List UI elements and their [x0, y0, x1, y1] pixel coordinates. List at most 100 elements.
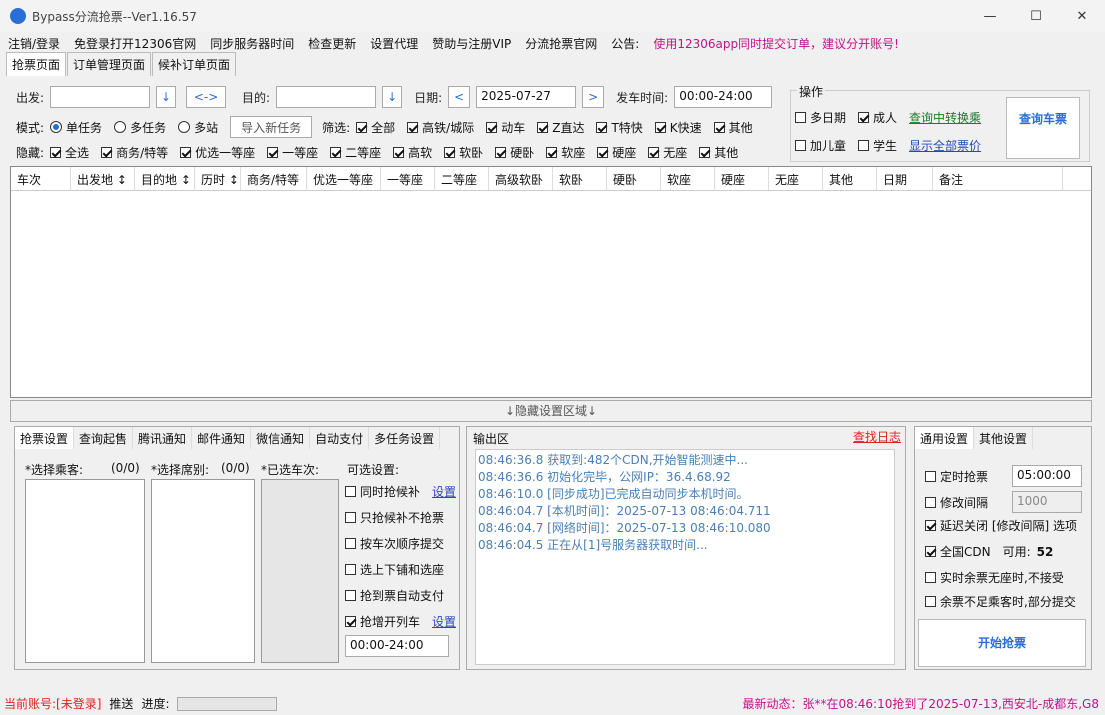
column-header[interactable]: 车次	[11, 167, 71, 190]
student-check[interactable]: 学生	[858, 137, 897, 154]
tab-general[interactable]: 通用设置	[915, 427, 975, 449]
checkbox-icon[interactable]	[393, 147, 405, 158]
mode-multi[interactable]: 多任务	[114, 119, 166, 136]
dep-time-select[interactable]: 00:00-24:00	[674, 86, 773, 108]
adult-check[interactable]: 成人	[858, 109, 897, 126]
column-header[interactable]: 其他	[823, 167, 877, 190]
checkbox-icon[interactable]	[486, 121, 498, 133]
column-header[interactable]: 无座	[769, 167, 823, 190]
checkbox-icon[interactable]	[795, 112, 806, 123]
checkbox-icon[interactable]	[330, 147, 342, 158]
checkbox-icon[interactable]	[925, 470, 936, 482]
passenger-list[interactable]	[25, 479, 145, 663]
checkbox-icon[interactable]	[546, 147, 558, 158]
multi-date-check[interactable]: 多日期	[795, 109, 846, 126]
from-input[interactable]	[50, 86, 151, 108]
extra-setting-link[interactable]: 设置	[432, 613, 456, 630]
push-toggle[interactable]: 推送	[109, 695, 133, 712]
nostanding-check[interactable]: 实时余票无座时,不接受	[925, 569, 1064, 586]
checkbox-icon[interactable]	[858, 112, 870, 123]
transfer-link[interactable]: 查询中转换乘	[909, 109, 981, 126]
menu-proxy[interactable]: 设置代理	[370, 35, 418, 52]
tab-wechat[interactable]: 微信通知	[251, 427, 311, 449]
checkbox-icon[interactable]	[925, 572, 936, 583]
hide-all[interactable]: 全选	[50, 144, 89, 161]
checkbox-icon[interactable]	[101, 147, 113, 158]
column-header[interactable]: 一等座	[381, 167, 435, 190]
checkbox-icon[interactable]	[596, 121, 608, 133]
cdn-check[interactable]: 全国CDN	[925, 543, 991, 560]
train-list[interactable]	[261, 479, 339, 663]
filter-all[interactable]: 全部	[356, 119, 395, 136]
timed-check[interactable]: 定时抢票	[925, 468, 988, 485]
checkbox-icon[interactable]	[345, 512, 356, 523]
checkbox-icon[interactable]	[495, 147, 507, 158]
checkbox-icon[interactable]	[699, 147, 711, 158]
radio-icon[interactable]	[178, 121, 191, 133]
checkbox-icon[interactable]	[858, 140, 870, 151]
checkbox-icon[interactable]	[444, 147, 456, 158]
checkbox-icon[interactable]	[345, 538, 356, 549]
partial-check[interactable]: 余票不足乘客时,部分提交	[925, 593, 1076, 610]
checkbox-icon[interactable]	[345, 616, 356, 627]
hide-second[interactable]: 二等座	[330, 144, 381, 161]
checkbox-icon[interactable]	[925, 546, 936, 557]
checkbox-icon[interactable]	[654, 121, 666, 133]
checkbox-icon[interactable]	[180, 147, 192, 158]
to-dropdown-button[interactable]: ↓	[382, 86, 403, 108]
column-header[interactable]: 出发地 ↕	[71, 167, 135, 190]
query-button[interactable]: 查询车票	[1006, 97, 1080, 159]
hide-gaoruan[interactable]: 高软	[393, 144, 432, 161]
find-log-link[interactable]: 查找日志	[853, 428, 901, 445]
checkbox-icon[interactable]	[345, 590, 356, 601]
tab-ticket-settings[interactable]: 抢票设置	[15, 427, 75, 449]
checkbox-icon[interactable]	[713, 121, 725, 133]
column-header[interactable]: 软座	[661, 167, 715, 190]
menu-website[interactable]: 分流抢票官网	[525, 35, 597, 52]
hide-yingzuo[interactable]: 硬座	[597, 144, 636, 161]
filter-t[interactable]: T特快	[596, 119, 643, 136]
next-date-button[interactable]: >	[582, 86, 605, 108]
tab-other[interactable]: 其他设置	[974, 427, 1034, 449]
column-header[interactable]: 二等座	[435, 167, 489, 190]
close-button[interactable]: ✕	[1059, 9, 1105, 24]
checkbox-icon[interactable]	[537, 121, 549, 133]
tab-waitlist[interactable]: 候补订单页面	[152, 52, 237, 76]
mode-stations[interactable]: 多站	[178, 119, 218, 136]
maximize-button[interactable]: ☐	[1013, 9, 1059, 24]
from-dropdown-button[interactable]: ↓	[156, 86, 177, 108]
column-header[interactable]: 高级软卧	[489, 167, 553, 190]
menu-vip[interactable]: 赞助与注册VIP	[432, 35, 511, 52]
import-task-button[interactable]: 导入新任务	[230, 116, 313, 138]
mode-single[interactable]: 单任务	[50, 119, 102, 136]
show-all-prices-link[interactable]: 显示全部票价	[909, 137, 981, 154]
tab-orders[interactable]: 订单管理页面	[67, 52, 152, 76]
hide-wuzuo[interactable]: 无座	[648, 144, 687, 161]
checkbox-icon[interactable]	[795, 140, 806, 151]
checkbox-icon[interactable]	[925, 596, 936, 607]
waitlist-setting-link[interactable]: 设置	[432, 483, 456, 500]
checkbox-icon[interactable]	[345, 486, 356, 497]
checkbox-icon[interactable]	[267, 147, 279, 158]
tab-email[interactable]: 邮件通知	[192, 427, 252, 449]
checkbox-icon[interactable]	[925, 496, 936, 508]
hide-first[interactable]: 一等座	[267, 144, 318, 161]
log-area[interactable]: 08:46:36.8 获取到:482个CDN,开始智能测速中... 08:46:…	[475, 449, 895, 665]
column-header[interactable]: 商务/特等	[241, 167, 307, 190]
opt-waitlist[interactable]: 同时抢候补	[345, 483, 420, 500]
filter-k[interactable]: K快速	[654, 119, 702, 136]
opt-only-waitlist[interactable]: 只抢候补不抢票	[345, 509, 444, 526]
minimize-button[interactable]: —	[967, 9, 1013, 24]
column-header[interactable]: 日期	[877, 167, 933, 190]
hide-business[interactable]: 商务/特等	[101, 144, 168, 161]
column-header[interactable]: 优选一等座	[307, 167, 381, 190]
swap-button[interactable]: <->	[186, 86, 227, 108]
hide-yingwo[interactable]: 硬卧	[495, 144, 534, 161]
tab-presale[interactable]: 查询起售	[74, 427, 134, 449]
opt-autopay[interactable]: 抢到票自动支付	[345, 587, 444, 604]
hide-ruanzuo[interactable]: 软座	[546, 144, 585, 161]
column-header[interactable]: 历时 ↕	[195, 167, 241, 190]
checkbox-icon[interactable]	[356, 121, 368, 133]
child-check[interactable]: 加儿童	[795, 137, 846, 154]
time-range-select[interactable]: 00:00-24:00	[345, 635, 449, 657]
